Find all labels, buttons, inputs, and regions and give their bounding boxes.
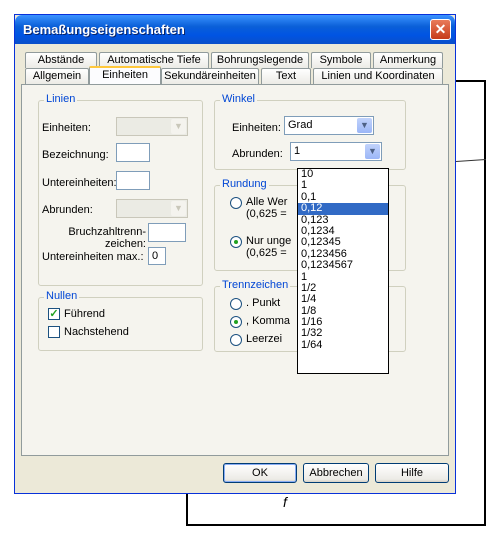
- punkt-radio[interactable]: [230, 298, 242, 310]
- winkel-abrunden-select[interactable]: 1 ▼: [290, 142, 382, 161]
- tab-linien-koordinaten[interactable]: Linien und Koordinaten: [313, 68, 443, 84]
- alle-werte-label: Alle Wer: [246, 196, 288, 208]
- tab-bohrungslegende[interactable]: Bohrungslegende: [211, 52, 309, 68]
- linien-abrunden-label: Abrunden:: [42, 204, 93, 216]
- properties-dialog: Bemaßungseigenschaften ✕ Abstände Automa…: [14, 14, 456, 494]
- winkel-abrunden-label: Abrunden:: [232, 148, 283, 160]
- nachstehend-label: Nachstehend: [64, 326, 129, 338]
- winkel-title: Winkel: [220, 93, 258, 105]
- nur-ungerade-radio[interactable]: [230, 236, 242, 248]
- winkel-abrunden-value: 1: [294, 145, 301, 157]
- tab-sekundaereinheiten[interactable]: Sekundäreinheiten: [161, 68, 259, 84]
- bruchzahl-input[interactable]: [148, 223, 186, 242]
- winkel-einheiten-label: Einheiten:: [232, 122, 281, 134]
- close-button[interactable]: ✕: [430, 19, 451, 40]
- untereinheiten-max-label: Untereinheiten max.:: [42, 251, 144, 263]
- winkel-einheiten-value: Grad: [288, 119, 313, 131]
- tab-allgemein[interactable]: Allgemein: [25, 68, 89, 84]
- nur-ungerade-label: Nur unge: [246, 235, 292, 247]
- chevron-down-icon: ▼: [171, 201, 186, 216]
- nullen-title: Nullen: [44, 290, 80, 302]
- linien-einheiten-label: Einheiten:: [42, 122, 91, 134]
- fuehrend-checkbox[interactable]: ✓: [48, 308, 60, 320]
- nullen-group: [38, 297, 203, 351]
- trennzeichen-title: Trennzeichen: [220, 279, 291, 291]
- ok-button[interactable]: OK: [223, 463, 297, 483]
- tab-einheiten[interactable]: Einheiten: [89, 66, 161, 84]
- bezeichnung-label: Bezeichnung:: [42, 149, 109, 161]
- dropdown-option-selected[interactable]: 0,12: [298, 202, 388, 215]
- nur-ungerade-sub: (0,625 =: [246, 247, 287, 259]
- dropdown-option[interactable]: 10: [298, 169, 388, 180]
- nachstehend-checkbox[interactable]: [48, 326, 60, 338]
- dropdown-option[interactable]: 1/4: [298, 294, 388, 305]
- help-button[interactable]: Hilfe: [375, 463, 449, 483]
- bezeichnung-input[interactable]: [116, 143, 150, 162]
- chevron-down-icon: ▼: [171, 119, 186, 134]
- rundung-title: Rundung: [220, 178, 269, 190]
- linien-title: Linien: [44, 93, 78, 105]
- tab-abstaende[interactable]: Abstände: [25, 52, 97, 68]
- title-bar[interactable]: Bemaßungseigenschaften ✕: [15, 15, 455, 44]
- chevron-down-icon[interactable]: ▼: [357, 118, 372, 133]
- linien-abrunden-select[interactable]: ▼: [116, 199, 188, 218]
- winkel-einheiten-select[interactable]: Grad ▼: [284, 116, 374, 135]
- tab-symbole[interactable]: Symbole: [311, 52, 371, 68]
- tab-text[interactable]: Text: [261, 68, 311, 84]
- komma-label: , Komma: [246, 315, 291, 327]
- punkt-label: . Punkt: [246, 297, 281, 309]
- leerzeichen-label: Leerzei: [246, 333, 283, 345]
- alle-werte-sub: (0,625 =: [246, 208, 287, 220]
- untereinheiten-max-input[interactable]: 0: [148, 247, 166, 265]
- tab-anmerkung[interactable]: Anmerkung: [373, 52, 443, 68]
- dialog-title: Bemaßungseigenschaften: [23, 22, 185, 37]
- abrunden-dropdown-list[interactable]: 10 1 0,1 0,12 0,123 0,1234 0,12345 0,123…: [297, 168, 389, 374]
- dropdown-option[interactable]: 1/64: [298, 339, 388, 351]
- fuehrend-label: Führend: [64, 308, 105, 320]
- linien-einheiten-select[interactable]: ▼: [116, 117, 188, 136]
- leerzeichen-radio[interactable]: [230, 334, 242, 346]
- cancel-button[interactable]: Abbrechen: [303, 463, 369, 483]
- untereinheiten-label: Untereinheiten:: [42, 177, 117, 189]
- chevron-down-icon[interactable]: ▼: [365, 144, 380, 159]
- untereinheiten-input[interactable]: [116, 171, 150, 190]
- drawing-mark: f: [283, 494, 287, 510]
- dropdown-option[interactable]: 0,1234567: [298, 259, 388, 271]
- alle-werte-radio[interactable]: [230, 197, 242, 209]
- bruchzahl-label: Bruchzahltrenn-zeichen:: [68, 226, 146, 250]
- komma-radio[interactable]: [230, 316, 242, 328]
